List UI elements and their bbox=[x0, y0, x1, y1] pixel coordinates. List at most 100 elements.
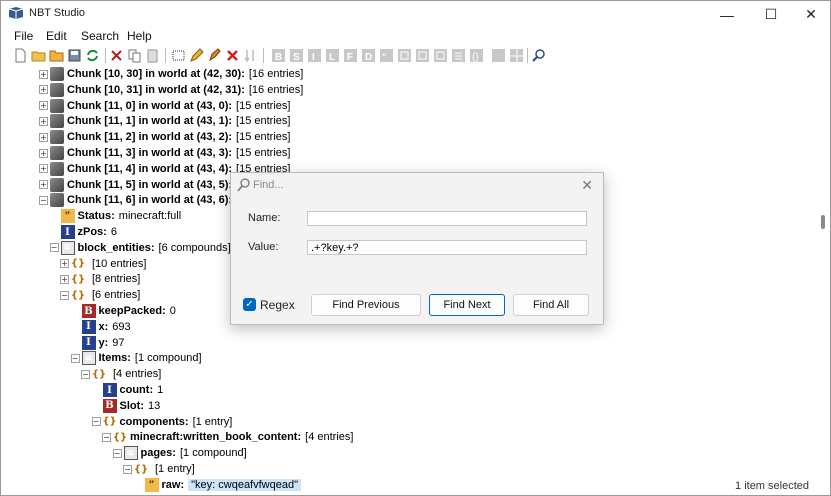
tree-row[interactable]: Ix: 693 bbox=[71, 319, 131, 335]
regex-label[interactable]: Regex bbox=[260, 298, 295, 312]
byte-tag-icon: B bbox=[81, 304, 96, 318]
expand-icon[interactable]: + bbox=[39, 148, 48, 158]
refresh-icon[interactable] bbox=[85, 48, 100, 63]
collapse-icon[interactable]: − bbox=[70, 353, 80, 363]
expand-icon[interactable]: + bbox=[60, 259, 69, 269]
edit-value-icon[interactable] bbox=[189, 48, 204, 63]
menu-file[interactable]: File bbox=[14, 29, 33, 43]
menu-edit[interactable]: Edit bbox=[46, 29, 67, 43]
add-chunk-icon[interactable] bbox=[491, 48, 506, 63]
collapse-icon[interactable]: − bbox=[49, 243, 59, 253]
add-list-icon[interactable] bbox=[451, 48, 466, 63]
edit-snbt-icon[interactable] bbox=[207, 48, 222, 63]
tree-row[interactable]: −{} [1 entry] bbox=[123, 461, 195, 477]
scrollbar-thumb[interactable] bbox=[821, 215, 825, 229]
value-input[interactable] bbox=[307, 240, 587, 255]
add-int-array-icon[interactable] bbox=[415, 48, 430, 63]
tree-row[interactable]: + Chunk [10, 31] in world at (42, 31): [16… bbox=[39, 82, 303, 98]
collapse-icon[interactable]: − bbox=[91, 417, 101, 427]
find-next-button[interactable]: Find Next bbox=[429, 294, 505, 316]
tree-row[interactable]: −{} [6 entries] bbox=[60, 287, 140, 303]
tree-row[interactable]: BkeepPacked: 0 bbox=[71, 303, 176, 319]
tag-name: Chunk [11, 0] in world at (43, 0): bbox=[67, 99, 233, 112]
add-int-icon[interactable]: I bbox=[307, 48, 322, 63]
paste-icon[interactable] bbox=[145, 48, 160, 63]
collapse-icon[interactable]: − bbox=[60, 290, 69, 300]
expand-icon[interactable]: + bbox=[39, 101, 48, 111]
tree-row[interactable]: ” Status: minecraft:full bbox=[50, 208, 181, 224]
new-file-icon[interactable] bbox=[13, 48, 28, 63]
svg-text:F: F bbox=[347, 52, 353, 63]
tree-row[interactable]: Icount: 1 bbox=[92, 382, 163, 398]
minimize-button[interactable]: — bbox=[706, 1, 748, 28]
tag-name: Chunk [11, 3] in world at (43, 3): bbox=[67, 147, 233, 159]
collapse-icon[interactable]: − bbox=[112, 448, 122, 458]
expand-icon[interactable]: + bbox=[60, 274, 69, 284]
rename-icon[interactable] bbox=[171, 48, 186, 63]
vertical-scrollbar[interactable] bbox=[816, 66, 830, 495]
comp-tag-icon: {} bbox=[112, 430, 128, 445]
toolbar-separator bbox=[105, 48, 106, 63]
tree-row[interactable]: −{} components: [1 entry] bbox=[91, 414, 232, 430]
open-file-icon[interactable] bbox=[31, 48, 46, 63]
tree-row[interactable]: + Chunk [11, 2] in world at (43, 2): [15 e… bbox=[39, 129, 290, 145]
open-folder-icon[interactable] bbox=[49, 48, 64, 63]
tree-row[interactable]: + Chunk [11, 3] in world at (43, 3): [15 e… bbox=[39, 145, 290, 161]
tree-row[interactable]: ” raw: "key: cwqeafvfwqead" bbox=[134, 477, 301, 493]
menu-search[interactable]: Search bbox=[81, 29, 119, 43]
tree-row[interactable]: − ≡ pages: [1 compound] bbox=[112, 445, 247, 461]
expand-icon[interactable]: + bbox=[39, 132, 48, 142]
add-byte-array-icon[interactable] bbox=[397, 48, 412, 63]
tag-value: [4 entries] bbox=[305, 431, 354, 444]
tree-row[interactable]: +{} [10 entries] bbox=[60, 256, 146, 272]
list-tag-icon: ≡ bbox=[81, 351, 96, 366]
collapse-icon[interactable]: − bbox=[102, 432, 111, 442]
collapse-icon[interactable]: − bbox=[81, 369, 90, 379]
expand-icon[interactable]: + bbox=[39, 85, 48, 95]
search-icon[interactable] bbox=[531, 48, 546, 63]
dialog-close-button[interactable]: ✕ bbox=[581, 177, 593, 194]
cut-icon[interactable] bbox=[109, 48, 124, 63]
copy-icon[interactable] bbox=[127, 48, 142, 63]
expand-icon[interactable]: + bbox=[39, 116, 48, 126]
tree-row[interactable]: −{} minecraft:written_book_content: [4 ent… bbox=[102, 429, 353, 445]
find-previous-button[interactable]: Find Previous bbox=[311, 294, 421, 316]
tag-value: [6 entries] bbox=[92, 289, 141, 302]
add-string-icon[interactable]: " bbox=[379, 48, 394, 63]
add-double-icon[interactable]: D bbox=[361, 48, 376, 63]
add-compound-icon[interactable]: {} bbox=[469, 48, 484, 63]
menu-help[interactable]: Help bbox=[127, 29, 152, 43]
tree-row[interactable]: − ≡ block_entities: [6 compounds] bbox=[49, 240, 231, 256]
add-float-icon[interactable]: F bbox=[343, 48, 358, 63]
add-region-icon[interactable] bbox=[509, 48, 524, 63]
collapse-icon[interactable]: − bbox=[123, 464, 132, 474]
expand-icon[interactable]: + bbox=[39, 164, 48, 174]
delete-icon[interactable] bbox=[225, 48, 240, 63]
tree-row[interactable]: IzPos: 6 bbox=[50, 224, 117, 240]
tag-name: y: bbox=[98, 336, 109, 349]
add-long-array-icon[interactable] bbox=[433, 48, 448, 63]
name-input[interactable] bbox=[307, 211, 587, 226]
tree-row[interactable]: + Chunk [11, 1] in world at (43, 1): [15 e… bbox=[39, 113, 290, 129]
expand-icon[interactable]: + bbox=[39, 180, 48, 190]
find-all-button[interactable]: Find All bbox=[513, 294, 589, 316]
add-long-icon[interactable]: L bbox=[325, 48, 340, 63]
sort-icon[interactable] bbox=[243, 48, 258, 63]
regex-checkbox[interactable]: ✓ bbox=[243, 298, 256, 311]
comp-tag-icon: {} bbox=[70, 272, 86, 287]
save-icon[interactable] bbox=[67, 48, 82, 63]
tag-value: [10 entries] bbox=[92, 257, 147, 270]
maximize-button[interactable]: ☐ bbox=[750, 1, 792, 28]
tree-row[interactable]: + Chunk [10, 30] in world at (42, 30): [16… bbox=[39, 66, 303, 82]
tree-row[interactable]: +{} [8 entries] bbox=[60, 271, 140, 287]
expand-icon[interactable]: + bbox=[39, 69, 48, 79]
add-short-icon[interactable]: S bbox=[289, 48, 304, 63]
tree-row[interactable]: −{} [4 entries] bbox=[81, 366, 161, 382]
tree-row[interactable]: Iy: 97 bbox=[71, 335, 125, 351]
add-byte-icon[interactable]: B bbox=[271, 48, 286, 63]
tree-row[interactable]: B Slot: 13 bbox=[92, 398, 160, 414]
tree-row[interactable]: − ≡ Items: [1 compound] bbox=[70, 350, 202, 366]
tree-row[interactable]: + Chunk [11, 0] in world at (43, 0): [15 e… bbox=[39, 98, 290, 114]
collapse-icon[interactable]: − bbox=[39, 195, 48, 205]
close-window-button[interactable]: ✕ bbox=[790, 1, 830, 28]
